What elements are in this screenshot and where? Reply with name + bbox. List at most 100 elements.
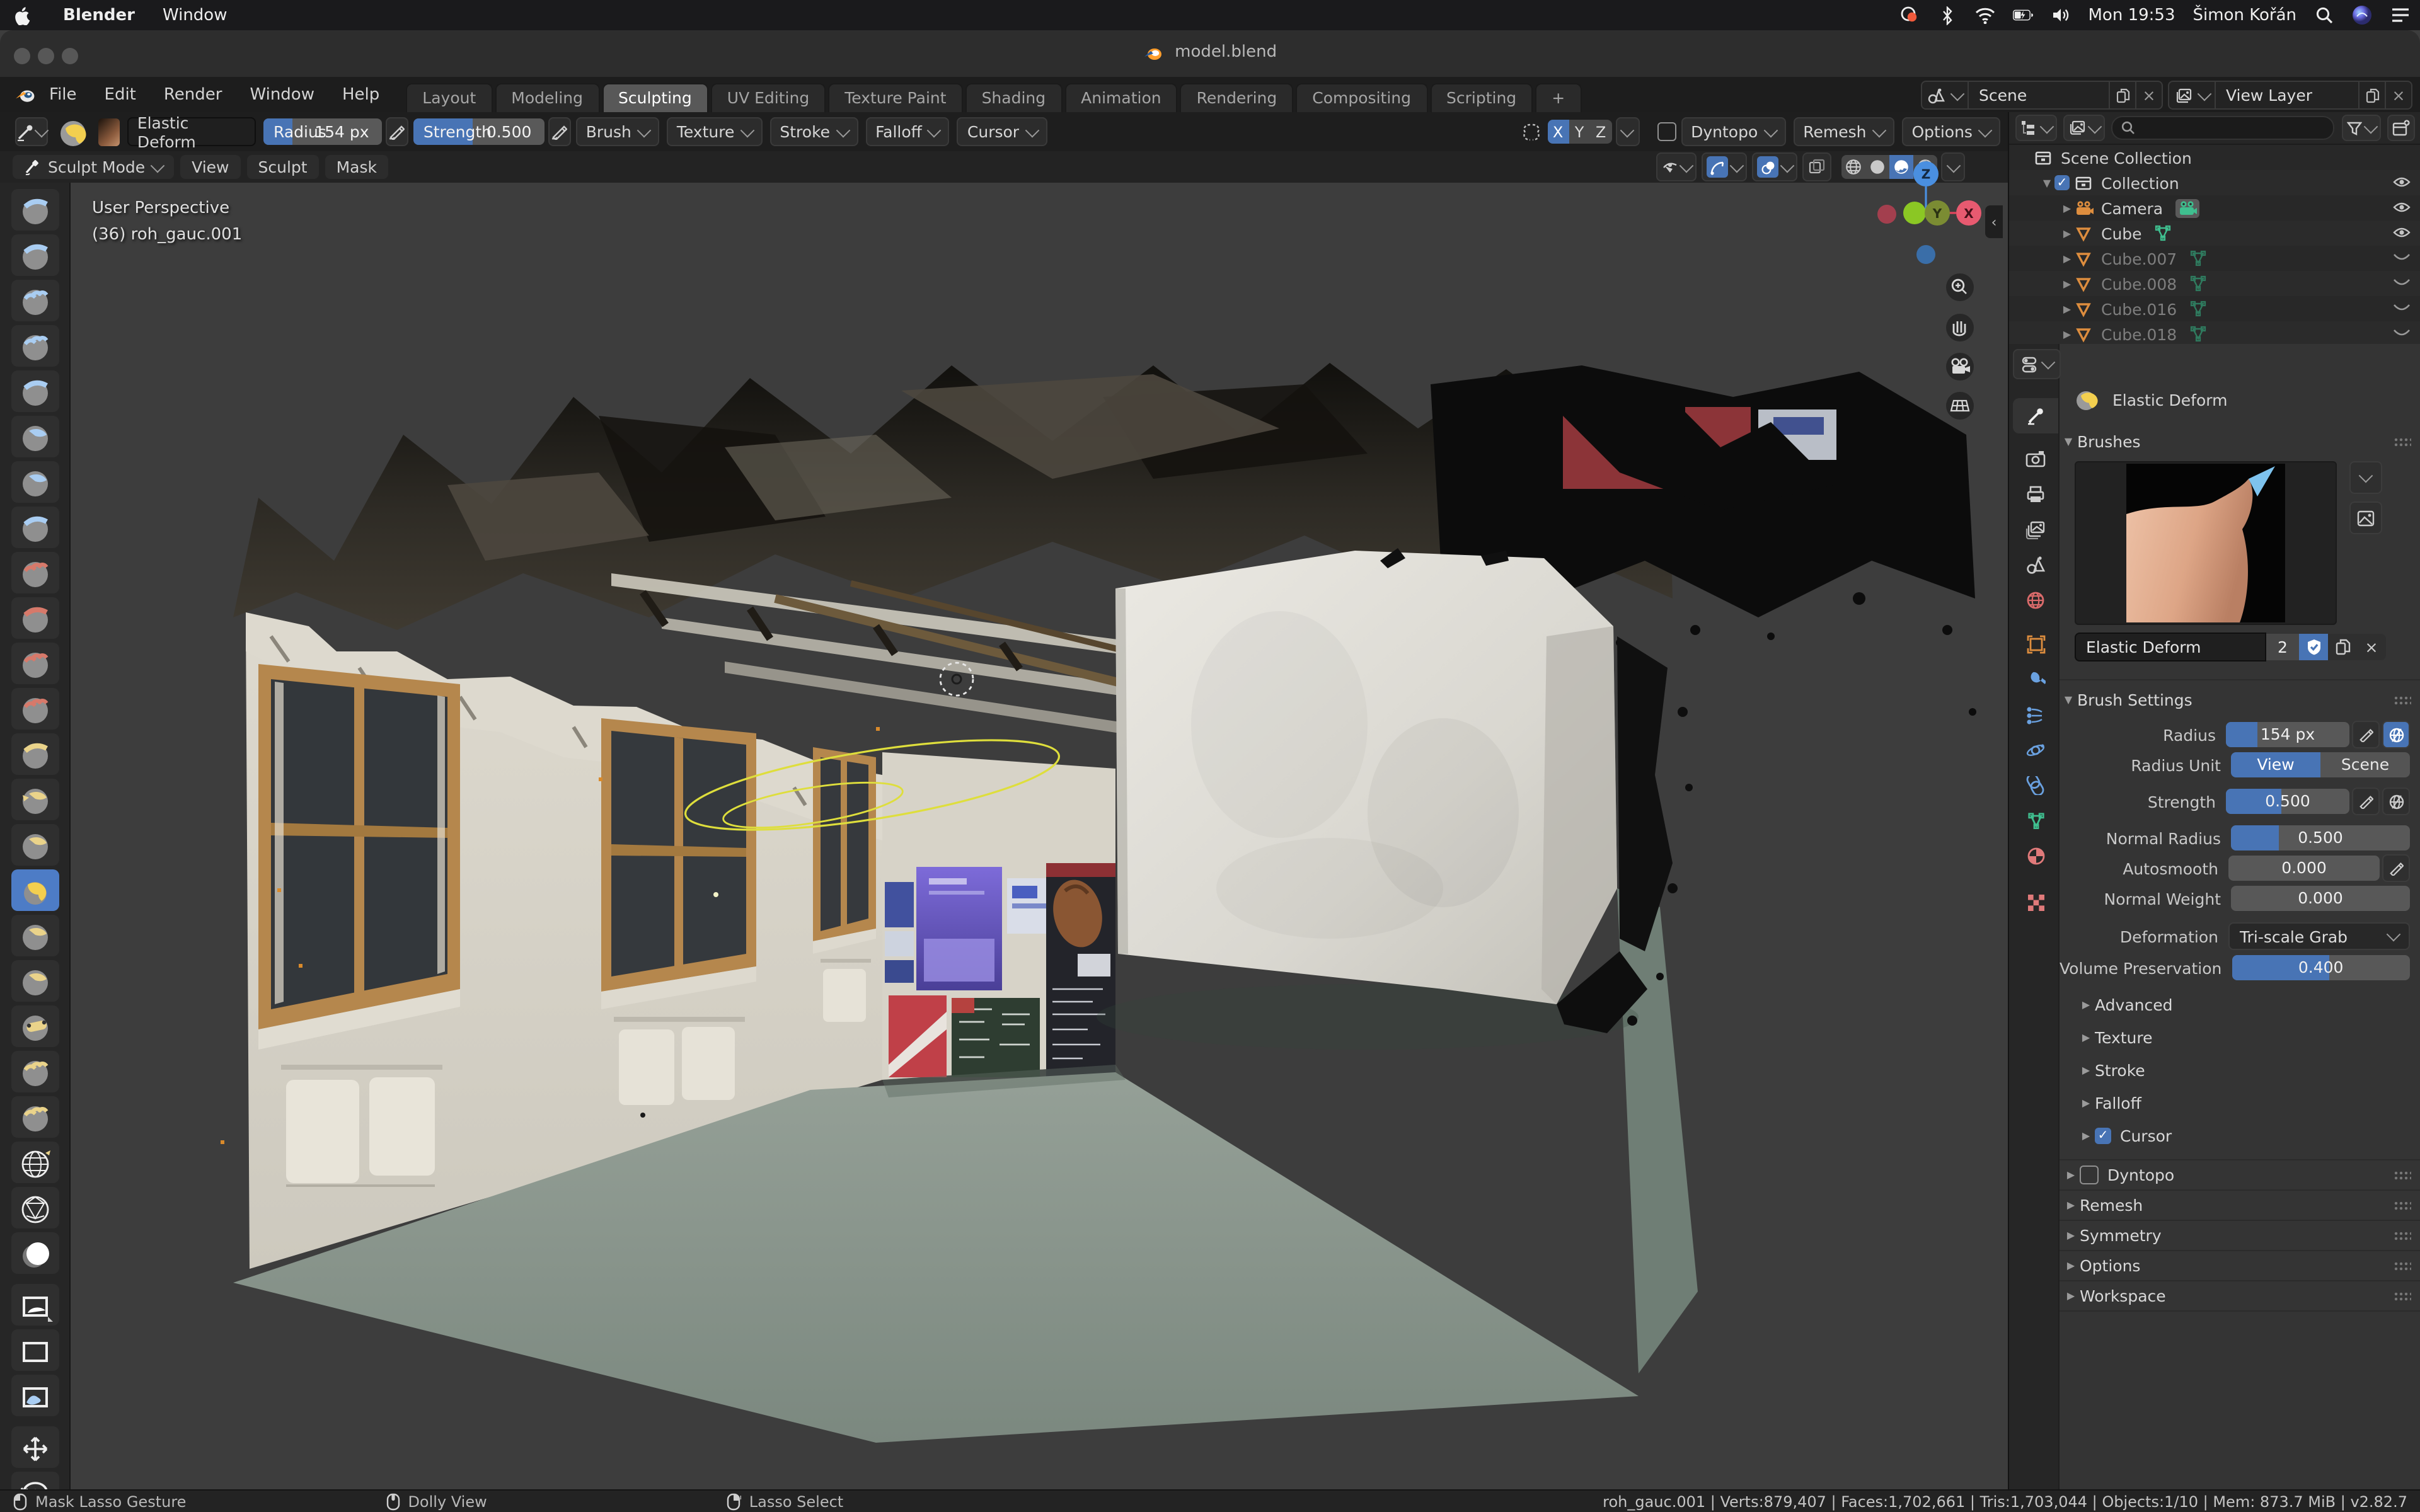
apple-icon[interactable] bbox=[13, 5, 33, 25]
symmetry-z-toggle[interactable]: Z bbox=[1590, 120, 1611, 144]
radius-unit-view[interactable]: View bbox=[2231, 752, 2320, 777]
symmetry-dropdown[interactable] bbox=[1615, 117, 1639, 146]
outliner-row-cube.016[interactable]: ▶Cube.016 bbox=[2009, 296, 2420, 321]
subpanel-falloff[interactable]: ▶Falloff bbox=[2077, 1094, 2420, 1113]
panel-drag-handle[interactable] bbox=[2394, 1291, 2411, 1301]
panel-drag-handle[interactable] bbox=[2394, 1200, 2411, 1210]
tool-pose[interactable] bbox=[11, 1005, 59, 1047]
properties-tab-physics[interactable] bbox=[2013, 732, 2058, 767]
orthographic-toggle-button[interactable] bbox=[1946, 392, 1974, 420]
panel-drag-handle[interactable] bbox=[2394, 1261, 2411, 1271]
menubar-clock[interactable]: Mon 19:53 bbox=[2089, 6, 2175, 25]
battery-icon[interactable] bbox=[2013, 5, 2033, 25]
subpanel-stroke[interactable]: ▶Stroke bbox=[2077, 1061, 2420, 1080]
menu-render[interactable]: Render bbox=[150, 85, 236, 104]
active-tool-dropdown[interactable] bbox=[15, 117, 48, 146]
new-collection-button[interactable] bbox=[2387, 115, 2415, 141]
brush-preview-box[interactable] bbox=[2075, 461, 2337, 625]
outliner-row-cube.008[interactable]: ▶Cube.008 bbox=[2009, 271, 2420, 296]
gizmos-toggle-dropdown[interactable] bbox=[1702, 152, 1747, 181]
view-layer-copy-button[interactable] bbox=[2358, 82, 2385, 108]
properties-tab-render[interactable] bbox=[2013, 441, 2058, 476]
scene-selector[interactable]: Scene × bbox=[1921, 81, 2163, 110]
toolrow-menu-stroke[interactable]: Stroke bbox=[769, 117, 858, 146]
viewport-menu-mask[interactable]: Mask bbox=[325, 155, 388, 179]
tool-clay-thumb[interactable] bbox=[11, 370, 59, 412]
outliner-search-input[interactable] bbox=[2111, 116, 2334, 140]
brush-name-input[interactable]: Elastic Deform bbox=[2075, 633, 2266, 662]
tool-grab[interactable] bbox=[11, 779, 59, 820]
properties-tab-tool[interactable] bbox=[2013, 398, 2058, 433]
brush-preview-dropdown[interactable] bbox=[2349, 461, 2382, 494]
menubar-user[interactable]: Šimon Kořán bbox=[2193, 6, 2296, 25]
tool-scrape[interactable] bbox=[11, 688, 59, 730]
panel-drag-handle[interactable] bbox=[2394, 1170, 2411, 1180]
brushes-panel-header[interactable]: ▼Brushes bbox=[2060, 432, 2420, 451]
radius-pressure-button[interactable] bbox=[386, 117, 408, 146]
view-layer-name[interactable]: View Layer bbox=[2216, 86, 2358, 105]
visibility-eye-icon[interactable] bbox=[2392, 173, 2411, 192]
workspace-tab-modeling[interactable]: Modeling bbox=[495, 83, 599, 112]
menu-file[interactable]: File bbox=[35, 85, 91, 104]
options-dropdown[interactable]: Options bbox=[1902, 117, 2000, 146]
deformation-dropdown[interactable]: Tri-scale Grab bbox=[2228, 922, 2410, 950]
outliner-row-cube[interactable]: ▶Cube bbox=[2009, 220, 2420, 246]
tool-inflate[interactable] bbox=[11, 461, 59, 503]
normal-weight-slider[interactable]: 0.000 bbox=[2231, 886, 2410, 911]
panel-symmetry[interactable]: ▶Symmetry bbox=[2060, 1221, 2420, 1251]
outliner-row-cube.007[interactable]: ▶Cube.007 bbox=[2009, 246, 2420, 271]
spotlight-search-icon[interactable] bbox=[2314, 5, 2334, 25]
tool-fill[interactable] bbox=[11, 643, 59, 684]
strength-pressure-button[interactable] bbox=[548, 117, 570, 146]
scene-icon[interactable] bbox=[1922, 82, 1969, 108]
normal-radius-slider[interactable]: 0.500 bbox=[2231, 825, 2410, 850]
subpanel-advanced[interactable]: ▶Advanced bbox=[2077, 995, 2420, 1014]
view-layer-unlink-button[interactable]: × bbox=[2385, 82, 2411, 108]
properties-tab-scene[interactable] bbox=[2013, 547, 2058, 582]
properties-tab-modifiers[interactable] bbox=[2013, 662, 2058, 697]
workspace-tab-scripting[interactable]: Scripting bbox=[1430, 83, 1533, 112]
outliner-row-collection[interactable]: ▼✓Collection bbox=[2009, 170, 2420, 195]
properties-tab-output[interactable] bbox=[2013, 476, 2058, 512]
toolrow-menu-texture[interactable]: Texture bbox=[667, 117, 763, 146]
blender-logo-icon[interactable] bbox=[15, 84, 35, 105]
panel-drag-handle[interactable] bbox=[2394, 695, 2411, 705]
navigation-gizmo[interactable]: Z Y X bbox=[1850, 161, 2008, 426]
scene-copy-button[interactable] bbox=[2109, 82, 2135, 108]
panel-drag-handle[interactable] bbox=[2394, 1230, 2411, 1240]
unified-setting-toggle[interactable] bbox=[2382, 721, 2410, 748]
workspace-tab-add[interactable]: + bbox=[1535, 83, 1581, 112]
menu-help[interactable]: Help bbox=[328, 85, 393, 104]
dyntopo-dropdown[interactable]: Dyntopo bbox=[1681, 117, 1785, 146]
tool-slide-relax[interactable] bbox=[11, 1142, 59, 1183]
visibility-closed-icon[interactable] bbox=[2392, 274, 2411, 293]
scene-name[interactable]: Scene bbox=[1969, 86, 2109, 105]
workspace-tab-compositing[interactable]: Compositing bbox=[1296, 83, 1427, 112]
symmetry-x-toggle[interactable]: X bbox=[1547, 120, 1569, 144]
tool-elastic-deform[interactable] bbox=[11, 869, 59, 911]
tool-snake-hook[interactable] bbox=[11, 915, 59, 956]
sidebar-collapse-arrow[interactable]: ‹ bbox=[1985, 205, 2003, 238]
radius-slider[interactable]: 154 px bbox=[2226, 722, 2349, 747]
volume-icon[interactable] bbox=[2051, 5, 2071, 25]
outliner-row-scene-collection[interactable]: Scene Collection bbox=[2009, 145, 2420, 170]
visibility-closed-icon[interactable] bbox=[2392, 249, 2411, 268]
workspace-tab-uv-editing[interactable]: UV Editing bbox=[711, 83, 826, 112]
panel-workspace[interactable]: ▶Workspace bbox=[2060, 1281, 2420, 1312]
pan-button[interactable] bbox=[1946, 314, 1974, 341]
workspace-tab-shading[interactable]: Shading bbox=[965, 83, 1063, 112]
brush-name-field[interactable]: Elastic Deform bbox=[127, 117, 256, 146]
unified-setting-toggle[interactable] bbox=[2382, 788, 2410, 815]
outliner-filter-dropdown[interactable] bbox=[2342, 115, 2381, 141]
properties-tab-object[interactable] bbox=[2013, 626, 2058, 662]
pressure-toggle-icon[interactable] bbox=[2382, 854, 2410, 882]
brush-icon-image-button[interactable] bbox=[2349, 501, 2382, 534]
panel-remesh[interactable]: ▶Remesh bbox=[2060, 1191, 2420, 1221]
camera-overlay-icon[interactable] bbox=[1899, 5, 1920, 25]
duplicate-brush-button[interactable] bbox=[2328, 634, 2357, 660]
outliner-row-camera[interactable]: ▶Camera bbox=[2009, 195, 2420, 220]
tool-elastic-deform-neighbor[interactable] bbox=[11, 824, 59, 866]
camera-view-button[interactable] bbox=[1946, 353, 1974, 381]
viewport-menu-view[interactable]: View bbox=[180, 155, 240, 179]
viewport-canvas[interactable] bbox=[69, 183, 2008, 1489]
